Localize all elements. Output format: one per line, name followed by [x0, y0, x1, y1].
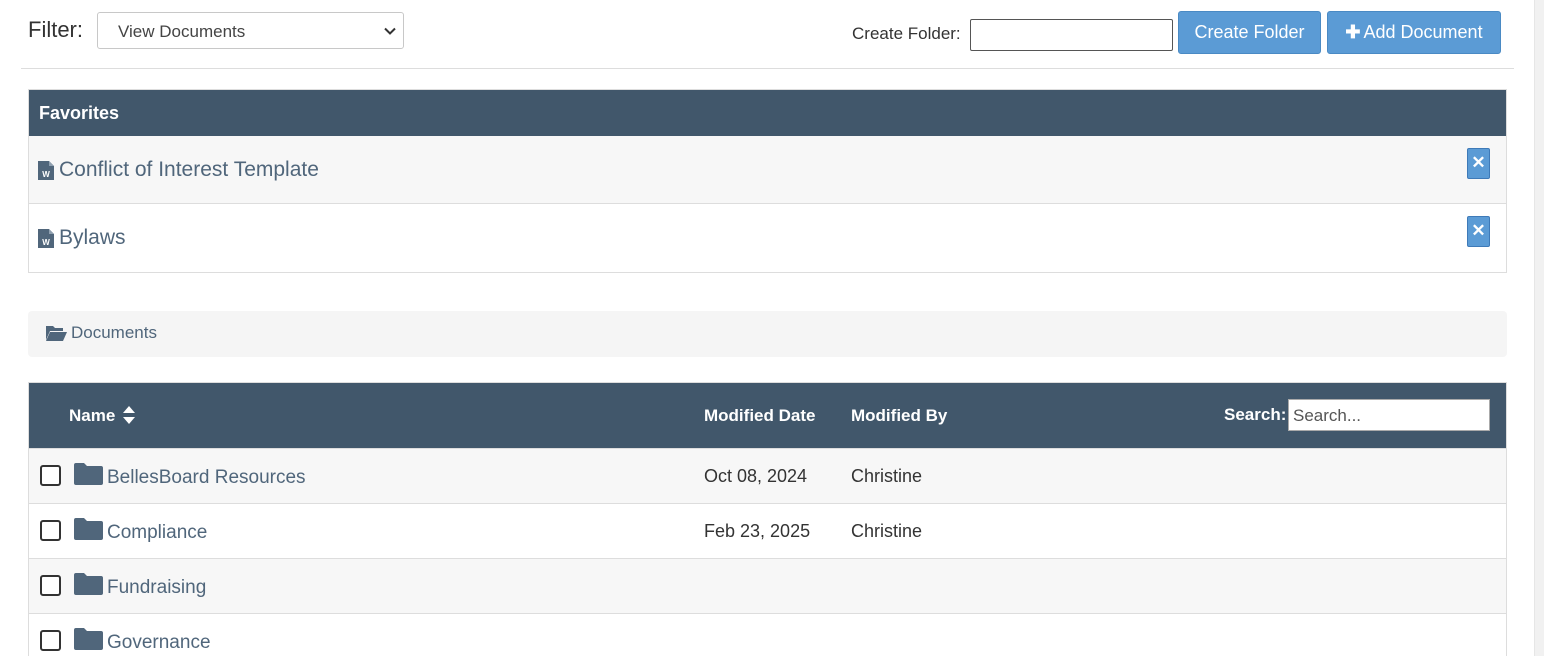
column-header-modified-date: Modified Date — [704, 406, 816, 425]
column-header-modified-by: Modified By — [851, 406, 948, 425]
page-scrollbar[interactable] — [1534, 0, 1544, 656]
breadcrumb: Documents — [28, 311, 1507, 357]
folder-icon — [74, 573, 103, 595]
folder-icon — [74, 518, 103, 540]
documents-table: Name Modified Date Modified By Search: S… — [28, 382, 1507, 668]
folder-link[interactable]: Compliance — [107, 522, 207, 544]
table-header: Name Modified Date Modified By Search: S… — [29, 383, 1506, 448]
search-label: Search: — [1224, 405, 1287, 424]
modified-date: Feb 23, 2025 — [704, 521, 811, 541]
create-folder-button[interactable]: Create Folder — [1178, 11, 1321, 54]
remove-favorite-button[interactable]: ✕ — [1467, 216, 1490, 247]
modified-by: Christine — [851, 521, 923, 541]
folder-icon — [74, 628, 103, 650]
documents-toolbar: Filter: View Documents Create Folder: Cr… — [0, 0, 1534, 70]
filter-label: Filter: — [28, 17, 83, 42]
table-row: Compliance Feb 23, 2025 Christine — [29, 503, 1506, 558]
svg-text:W: W — [42, 238, 50, 247]
toolbar-divider — [21, 68, 1514, 69]
remove-favorite-button[interactable]: ✕ — [1467, 148, 1490, 179]
folder-link[interactable]: BellesBoard Resources — [107, 467, 306, 489]
create-folder-input[interactable] — [970, 19, 1173, 51]
modified-date: Oct 08, 2024 — [704, 466, 808, 486]
filter-select-value: View Documents — [118, 22, 246, 41]
sort-icon[interactable] — [123, 406, 135, 424]
folder-open-icon — [46, 326, 67, 341]
column-header-name[interactable]: Name — [69, 406, 115, 426]
plus-icon: ✚ — [1345, 22, 1361, 42]
folder-icon — [74, 463, 103, 485]
favorite-item: W Conflict of Interest Template ✕ — [29, 136, 1506, 204]
svg-text:W: W — [42, 170, 50, 179]
table-row: Governance — [29, 613, 1506, 668]
favorites-header: Favorites — [29, 90, 1506, 136]
search-input[interactable]: Search... — [1288, 399, 1490, 431]
row-checkbox[interactable] — [40, 575, 61, 596]
add-document-button-label: Add Document — [1363, 22, 1483, 42]
favorite-link[interactable]: Conflict of Interest Template — [59, 158, 319, 182]
favorite-link[interactable]: Bylaws — [59, 226, 126, 250]
add-document-button[interactable]: ✚ Add Document — [1327, 11, 1501, 54]
create-folder-button-label: Create Folder — [1194, 22, 1305, 42]
chevron-down-icon — [384, 27, 396, 35]
row-checkbox[interactable] — [40, 520, 61, 541]
favorite-item: W Bylaws ✕ — [29, 204, 1506, 272]
filter-select[interactable]: View Documents — [97, 12, 404, 49]
folder-link[interactable]: Governance — [107, 632, 211, 654]
breadcrumb-documents[interactable]: Documents — [71, 323, 157, 343]
table-row: Fundraising — [29, 558, 1506, 613]
favorites-panel: Favorites W Conflict of Interest Templat… — [28, 89, 1507, 273]
modified-by: Christine — [851, 466, 923, 486]
word-document-icon: W — [38, 161, 54, 180]
word-document-icon: W — [38, 229, 54, 248]
row-checkbox[interactable] — [40, 465, 61, 486]
folder-link[interactable]: Fundraising — [107, 577, 206, 599]
create-folder-label: Create Folder: — [852, 24, 961, 43]
table-row: BellesBoard Resources Oct 08, 2024 Chris… — [29, 448, 1506, 503]
row-checkbox[interactable] — [40, 630, 61, 651]
